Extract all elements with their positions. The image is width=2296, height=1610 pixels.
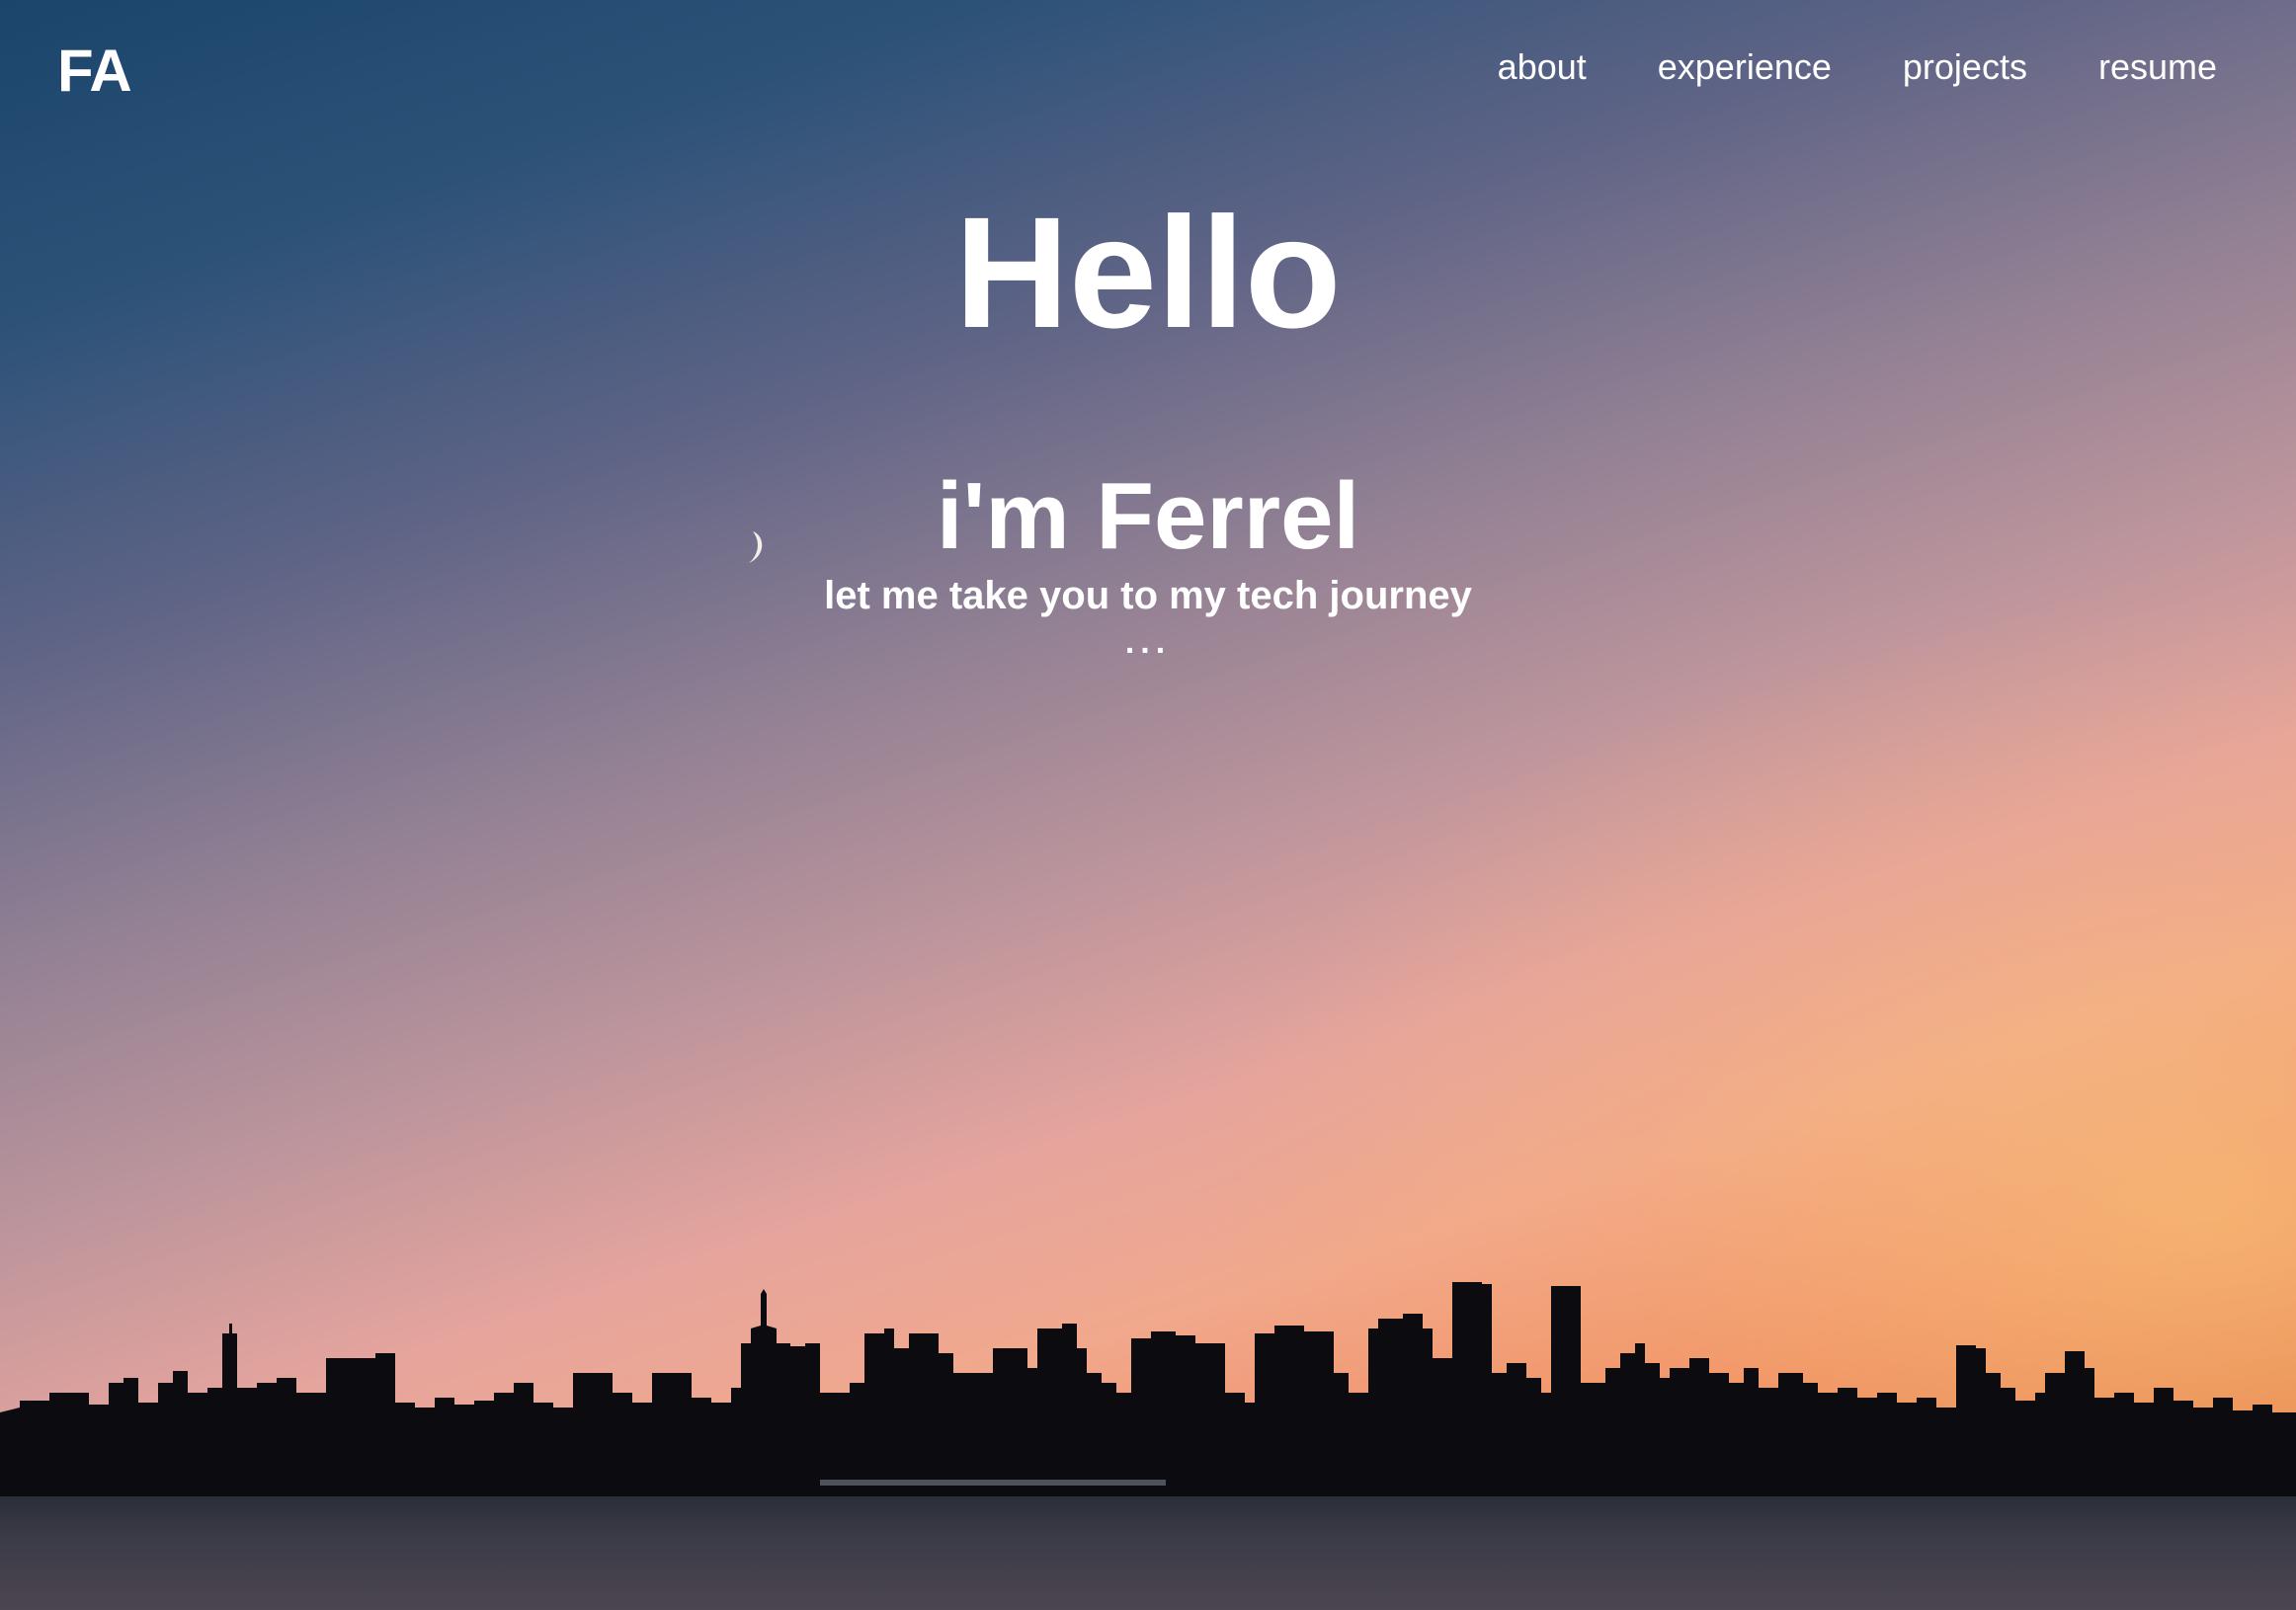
hero-title: Hello [954, 184, 1342, 361]
nav-link-resume[interactable]: resume [2098, 43, 2217, 91]
hero-ellipsis: ... [1124, 623, 1172, 661]
top-navigation: FA about experience projects resume [0, 0, 2296, 138]
nav-link-experience[interactable]: experience [1658, 43, 1832, 91]
nav-link-projects[interactable]: projects [1903, 43, 2027, 91]
water-reflection [0, 1496, 2296, 1610]
city-skyline-image [0, 1282, 2296, 1531]
hero-name: i'm Ferrel [936, 463, 1360, 569]
logo[interactable]: FA [57, 36, 132, 107]
hero-tagline: let me take you to my tech journey [824, 574, 1472, 617]
nav-links: about experience projects resume [1498, 43, 2217, 91]
nav-link-about[interactable]: about [1498, 43, 1587, 91]
